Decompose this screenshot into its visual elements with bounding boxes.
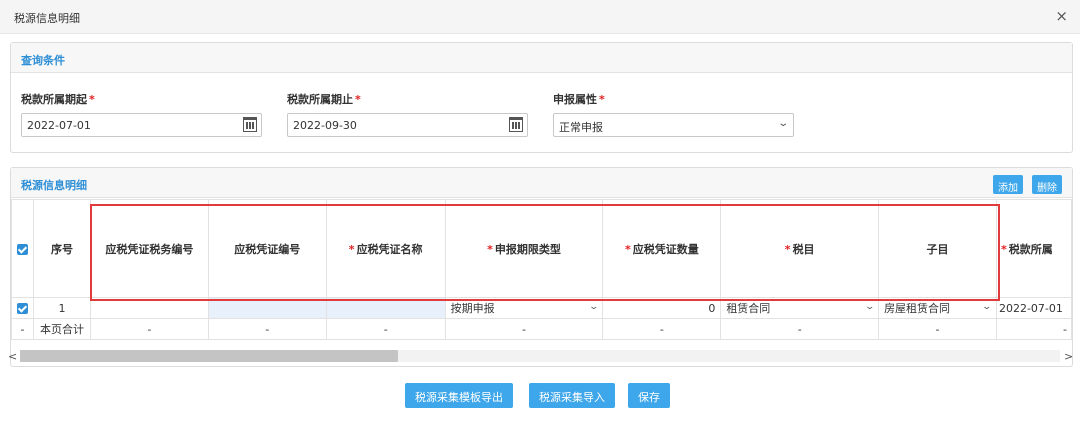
sub-item-select[interactable]: 房屋租赁合同 ⌄ (878, 297, 997, 319)
end-period-input[interactable]: 2022-09-30 (287, 113, 528, 137)
row-index: 1 (32, 297, 91, 319)
subtotal-cell: - (89, 318, 209, 340)
start-period-label: 税款所属期起 (21, 93, 87, 106)
required-mark: * (89, 93, 95, 106)
declare-attr-label: 申报属性 (553, 93, 597, 106)
calendar-icon[interactable] (243, 117, 257, 132)
column-header: * 申报期限类型 (444, 199, 604, 298)
calendar-icon[interactable] (509, 117, 523, 132)
column-header: * 应税凭证名称 (325, 199, 446, 298)
column-header: 应税凭证编号 (207, 199, 327, 298)
subtotal-cell: - (720, 318, 880, 340)
column-header: 子目 (878, 199, 997, 298)
detail-panel-title: 税源信息明细 (21, 179, 87, 192)
detail-table-wrapper: 序号 应税凭证税务编号 应税凭证编号 * 应税凭证名称 * 申报期限类型 * 应税凭证… (11, 199, 1072, 351)
voucher-quantity-cell[interactable]: 0 (602, 297, 722, 319)
detail-panel: 税源信息明细 添加 删除 序号 应税凭证税务编号 应税凭证编号 * 应税凭证名称 … (10, 167, 1073, 367)
end-period-label: 税款所属期止 (287, 93, 353, 106)
chevron-down-icon[interactable]: ⌄ (777, 118, 789, 129)
subtotal-row: - 本页合计 - - - - - - - - (11, 318, 1072, 340)
checkbox-checked-icon[interactable] (16, 303, 28, 314)
voucher-name-cell[interactable] (325, 297, 446, 319)
start-period-field: 税款所属期起 * 2022-07-01 (21, 91, 262, 137)
dialog-title: 税源信息明细 (14, 12, 80, 25)
column-header: * 应税凭证数量 (602, 199, 722, 298)
subtotal-cell: - (207, 318, 327, 340)
voucher-tax-no-cell[interactable] (89, 297, 209, 319)
close-icon[interactable]: × (1055, 8, 1068, 24)
required-mark: * (599, 93, 605, 106)
query-panel: 查询条件 税款所属期起 * 2022-07-01 税款所属期止 * 2022-09-… (10, 42, 1073, 153)
voucher-no-cell[interactable] (207, 297, 327, 319)
required-mark: * (784, 242, 791, 256)
required-mark: * (1000, 242, 1007, 256)
import-button[interactable]: 税源采集导入 (529, 383, 615, 408)
required-mark: * (487, 242, 493, 256)
detail-table: 序号 应税凭证税务编号 应税凭证编号 * 应税凭证名称 * 申报期限类型 * 应税凭证… (11, 199, 1072, 340)
row-checkbox[interactable] (11, 297, 34, 319)
column-header: * 税款所属 (995, 199, 1072, 298)
export-template-button[interactable]: 税源采集模板导出 (405, 383, 513, 408)
table-header-row: 序号 应税凭证税务编号 应税凭证编号 * 应税凭证名称 * 申报期限类型 * 应税凭证… (11, 199, 1072, 298)
chevron-down-icon[interactable]: ⌄ (982, 302, 993, 312)
query-panel-title: 查询条件 (21, 54, 65, 67)
declare-attr-value: 正常申报 (559, 121, 603, 134)
subtotal-cell: - (444, 318, 604, 340)
required-mark: * (355, 93, 361, 106)
declare-attr-field: 申报属性 * 正常申报 ⌄ (553, 91, 794, 137)
add-button[interactable]: 添加 (993, 175, 1023, 194)
horizontal-scrollbar[interactable]: < > (0, 348, 1080, 365)
required-mark: * (348, 242, 355, 256)
subtotal-label: 本页合计 (32, 318, 91, 340)
select-all-checkbox[interactable] (11, 199, 34, 298)
scrollbar-thumb[interactable] (20, 350, 398, 362)
tax-period-cell[interactable]: 2022-07-01 (995, 297, 1072, 319)
checkbox-checked-icon[interactable] (16, 243, 28, 255)
required-mark: * (624, 242, 631, 256)
subtotal-cell: - (325, 318, 446, 340)
subtotal-cell: - (602, 318, 722, 340)
dialog-titlebar: 税源信息明细 × (0, 0, 1080, 34)
scroll-left-icon[interactable]: < (8, 350, 17, 363)
start-period-value: 2022-07-01 (27, 119, 91, 132)
column-header: * 税目 (720, 199, 880, 298)
start-period-input[interactable]: 2022-07-01 (21, 113, 262, 137)
tax-item-select[interactable]: 租赁合同 ⌄ (720, 297, 880, 319)
declare-attr-select[interactable]: 正常申报 ⌄ (553, 113, 794, 137)
scroll-right-icon[interactable]: > (1064, 350, 1073, 363)
subtotal-cell: - (878, 318, 997, 340)
end-period-value: 2022-09-30 (293, 119, 357, 132)
table-row: 1 按期申报 ⌄ 0 租赁合同 ⌄ 房屋租赁合同 ⌄ 2022-07-01 (11, 297, 1072, 319)
chevron-down-icon[interactable]: ⌄ (864, 302, 875, 312)
detail-panel-header: 税源信息明细 添加 删除 (11, 168, 1072, 198)
column-header: 应税凭证税务编号 (89, 199, 209, 298)
end-period-field: 税款所属期止 * 2022-09-30 (287, 91, 528, 137)
subtotal-cell: - (995, 318, 1072, 340)
delete-button[interactable]: 删除 (1032, 175, 1062, 194)
period-type-select[interactable]: 按期申报 ⌄ (444, 297, 604, 319)
chevron-down-icon[interactable]: ⌄ (588, 302, 599, 312)
column-header: 序号 (32, 199, 91, 298)
query-panel-header: 查询条件 (11, 43, 1072, 73)
subtotal-cell: - (11, 318, 34, 340)
save-button[interactable]: 保存 (628, 383, 670, 408)
